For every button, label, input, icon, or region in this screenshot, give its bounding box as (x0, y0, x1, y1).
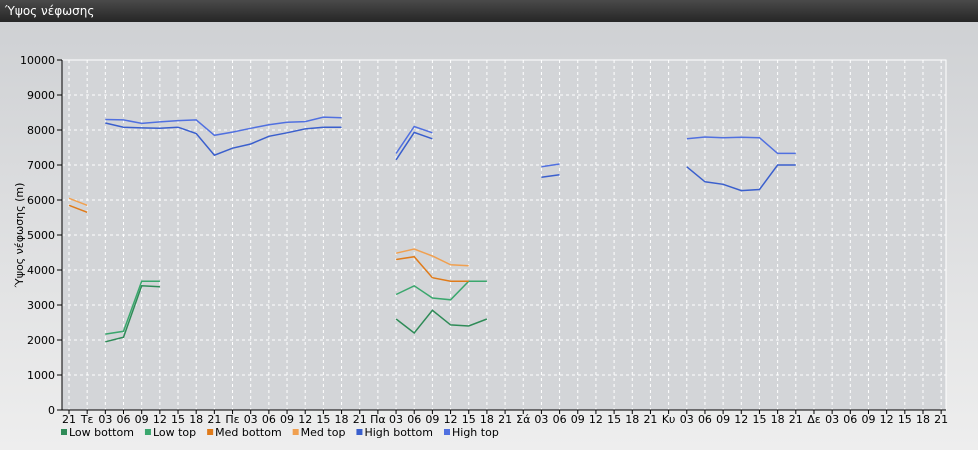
x-tick-label: 09 (861, 413, 875, 426)
x-tick-label: 03 (825, 413, 839, 426)
x-tick-label: 03 (244, 413, 258, 426)
chart-window: Ύψος νέφωσης 0 1000 2000 3000 4000 5000 6000 70… (0, 0, 978, 450)
legend-high-top-swatch (444, 429, 450, 435)
x-tick-label: 15 (752, 413, 766, 426)
x-tick-label: 15 (607, 413, 621, 426)
x-tick-label: Δε (807, 413, 821, 426)
x-tick-label: 15 (171, 413, 185, 426)
y-tick-label: 8000 (27, 124, 55, 137)
y-axis-label: Ύψος νέφωσης (m) (13, 183, 26, 289)
legend-med-bottom-swatch (207, 429, 214, 435)
x-tick-label: 06 (262, 413, 276, 426)
x-tick-label: 21 (62, 413, 76, 426)
x-tick-label: 12 (880, 413, 894, 426)
x-tick-label: 18 (771, 413, 785, 426)
x-tick-label: 15 (316, 413, 330, 426)
x-tick-label: 03 (534, 413, 548, 426)
x-tick-label: 21 (789, 413, 803, 426)
legend-low-bottom-label: Low bottom (69, 426, 134, 439)
legend-high-bottom-swatch (356, 429, 363, 435)
x-tick-label: 06 (117, 413, 131, 426)
x-tick-label: 09 (716, 413, 730, 426)
y-tick-label: 0 (48, 404, 55, 417)
legend-low-bottom-swatch (61, 429, 67, 435)
x-tick-label: 09 (280, 413, 294, 426)
y-tick-label: 9000 (27, 89, 55, 102)
x-tick-label: 03 (680, 413, 694, 426)
x-tick-label: 21 (934, 413, 948, 426)
x-tick-label: 18 (335, 413, 349, 426)
x-axis-ticks: 21 Τε 03 06 09 12 15 18 21 Πε 03 06 09 12 15 18 21 Πα 03 06… (62, 410, 948, 426)
x-tick-label: 18 (480, 413, 494, 426)
x-tick-label: 03 (98, 413, 112, 426)
x-tick-label: Πα (370, 413, 386, 426)
x-tick-label: Τε (80, 413, 94, 426)
y-axis-ticks: 0 1000 2000 3000 4000 5000 6000 7000 8000 9000 100… (20, 54, 62, 417)
legend-med-top-swatch (292, 429, 299, 435)
y-tick-label: 3000 (27, 299, 55, 312)
x-tick-label: 12 (444, 413, 458, 426)
x-tick-label: 06 (698, 413, 712, 426)
x-tick-label: Πε (225, 413, 239, 426)
legend-low-top-swatch (144, 429, 151, 435)
x-tick-label: 21 (498, 413, 512, 426)
y-tick-label: 2000 (27, 334, 55, 347)
legend-med-top-label: Med top (301, 426, 346, 439)
cloud-height-chart: 0 1000 2000 3000 4000 5000 6000 7000 8000 9000 100… (13, 54, 948, 439)
x-tick-label: 15 (898, 413, 912, 426)
x-tick-label: 06 (553, 413, 567, 426)
x-tick-label: 03 (389, 413, 403, 426)
x-tick-label: 21 (643, 413, 657, 426)
x-tick-label: 18 (189, 413, 203, 426)
x-tick-label: Σά (516, 413, 530, 426)
x-tick-label: 15 (462, 413, 476, 426)
x-tick-label: 18 (625, 413, 639, 426)
legend-med-bottom-label: Med bottom (215, 426, 282, 439)
x-tick-label: 12 (734, 413, 748, 426)
legend-high-bottom-label: High bottom (364, 426, 433, 439)
y-tick-label: 7000 (27, 159, 55, 172)
x-tick-label: 12 (589, 413, 603, 426)
x-tick-label: Κυ (662, 413, 676, 426)
legend-low-top-label: Low top (153, 426, 196, 439)
x-tick-label: 09 (135, 413, 149, 426)
y-tick-label: 5000 (27, 229, 55, 242)
x-tick-label: 12 (298, 413, 312, 426)
y-tick-label: 10000 (20, 54, 55, 67)
x-tick-label: 21 (207, 413, 221, 426)
legend: Low bottom Low top Med bottom Med top High b… (61, 426, 499, 439)
y-tick-label: 1000 (27, 369, 55, 382)
x-tick-label: 06 (843, 413, 857, 426)
y-tick-label: 4000 (27, 264, 55, 277)
x-tick-label: 06 (407, 413, 421, 426)
x-tick-label: 21 (353, 413, 367, 426)
legend-high-top-label: High top (452, 426, 499, 439)
x-tick-label: 18 (916, 413, 930, 426)
x-tick-label: 09 (571, 413, 585, 426)
y-tick-label: 6000 (27, 194, 55, 207)
x-tick-label: 09 (425, 413, 439, 426)
x-tick-label: 12 (153, 413, 167, 426)
